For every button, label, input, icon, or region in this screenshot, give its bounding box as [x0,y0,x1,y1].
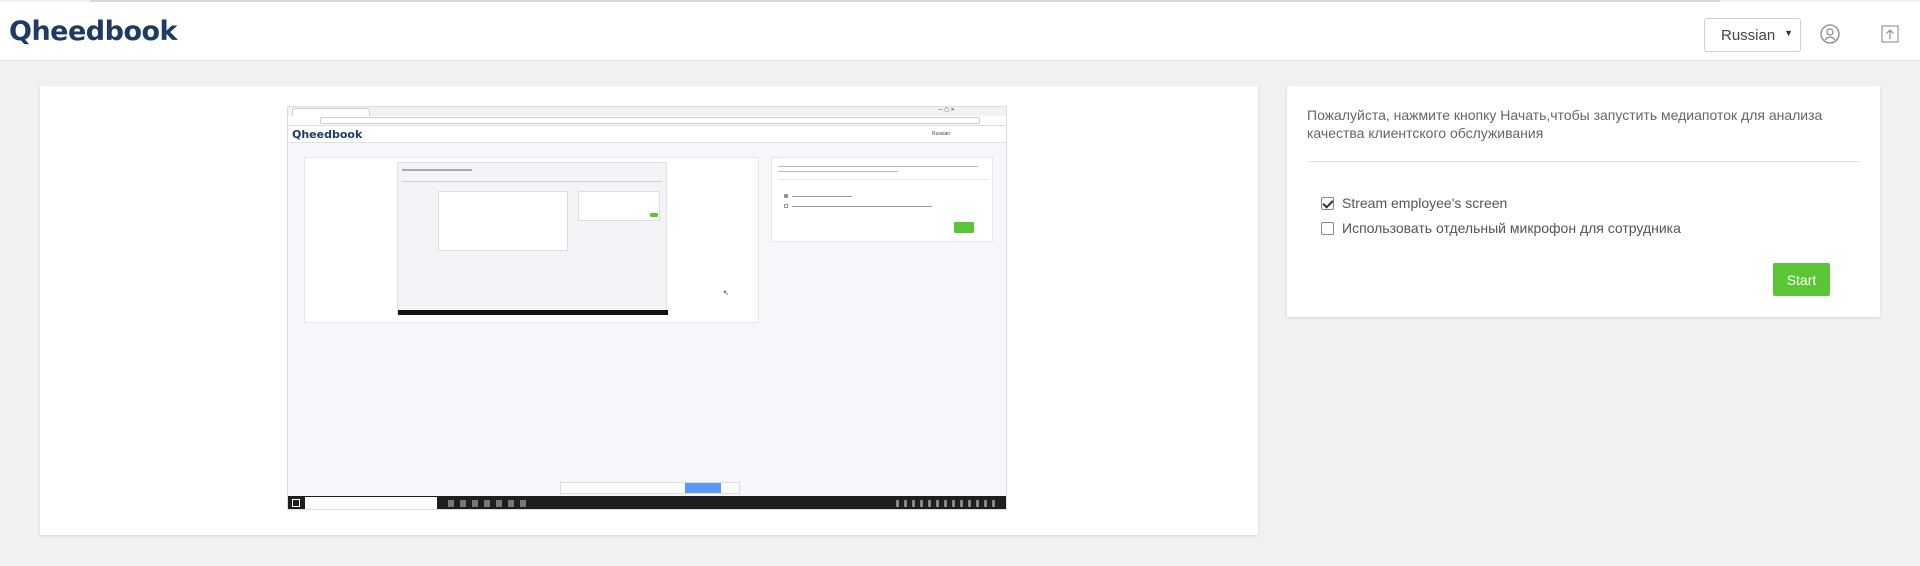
preview-language-select: Russian [932,131,951,137]
instruction-text: Пожалуйста, нажмите кнопку Начать,чтобы … [1307,107,1823,141]
preview-nested-taskbar [398,310,668,315]
separate-microphone-label: Использовать отдельный микрофон для сотр… [1342,220,1681,236]
preview-url-bar [288,116,1006,126]
preview-nested-line [402,181,662,182]
stream-screen-checkbox[interactable] [1321,196,1334,210]
preview-checkbox [784,194,788,198]
preview-nested-line [402,169,472,171]
separator [1307,161,1860,162]
preview-logo: Qheedbook [292,128,363,141]
language-select[interactable]: Russian ▼ [1704,18,1801,52]
preview-browser-tabbar: — ▢ ✕ [288,107,1006,116]
preview-url-field [320,117,980,124]
preview-nested-card [578,191,660,221]
preview-nested-card [438,191,568,251]
preview-checkbox [784,204,788,208]
preview-window-controls: — ▢ ✕ [938,107,955,113]
preview-option-label [792,206,932,207]
app-header: Qheedbook Russian ▼ [0,2,1920,61]
preview-windows-start-icon [292,499,300,507]
preview-app-header: Qheedbook Russian [288,126,1006,143]
preview-start-button [954,222,974,233]
chevron-down-icon: ▼ [1784,28,1793,38]
preview-option-label [792,196,852,197]
preview-instruction-line [778,171,898,172]
preview-taskbar-apps [448,500,528,507]
preview-separator [778,179,988,180]
upload-icon[interactable] [1880,24,1900,44]
heedbook-logo[interactable]: Qheedbook [9,16,178,47]
preview-stop-sharing-button [685,483,721,493]
option-stream-screen[interactable]: Stream employee's screen [1321,195,1507,211]
preview-browser-tab [292,108,370,116]
start-button[interactable]: Start [1773,263,1830,296]
preview-nested-screen [397,162,668,315]
preview-windows-taskbar [288,496,1006,509]
stream-screen-label: Stream employee's screen [1342,195,1508,211]
preview-instruction-line [778,166,978,167]
option-separate-microphone[interactable]: Использовать отдельный микрофон для сотр… [1321,220,1681,236]
preview-nested-start [650,213,658,217]
language-selected-value: Russian [1721,27,1776,44]
preview-system-tray [896,500,996,507]
screen-preview-card: — ▢ ✕ Qheedbook Russian ↖ [40,86,1258,535]
preview-right-card [771,157,993,242]
stream-settings-card: Пожалуйста, нажмите кнопку Начать,чтобы … [1287,86,1880,317]
preview-taskbar-search [305,497,437,509]
user-circle-icon[interactable] [1820,24,1840,44]
screen-preview-image: — ▢ ✕ Qheedbook Russian ↖ [287,106,1007,510]
preview-cursor-icon: ↖ [723,290,729,297]
separate-microphone-checkbox[interactable] [1321,221,1334,235]
